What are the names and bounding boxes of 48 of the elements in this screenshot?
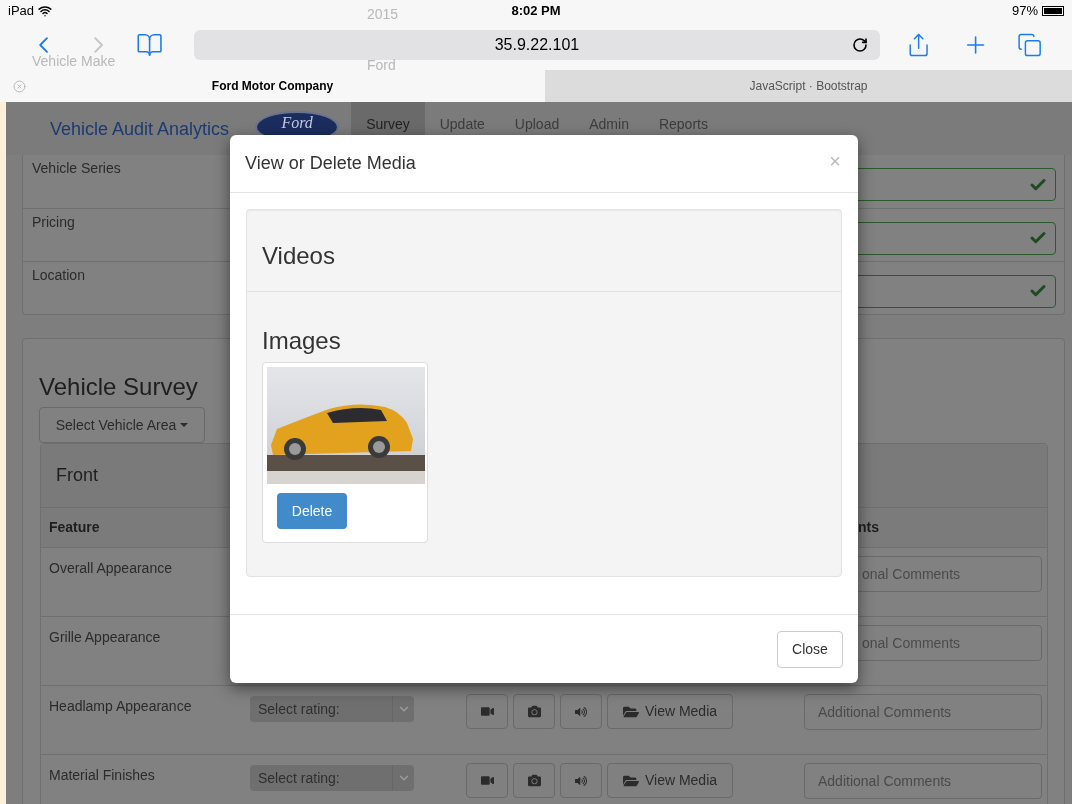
battery-icon — [1042, 6, 1064, 16]
camera-button[interactable] — [513, 694, 555, 729]
url-field[interactable]: 35.9.22.101 — [193, 30, 881, 60]
video-button[interactable] — [466, 694, 508, 729]
clock-time: 8:02 PM — [511, 2, 561, 21]
field-label: Location — [31, 266, 85, 285]
dialog-title: View or Delete Media — [245, 152, 416, 175]
audio-button[interactable] — [560, 694, 602, 729]
audio-button[interactable] — [560, 763, 602, 798]
feature-name: Headlamp Appearance — [48, 697, 193, 716]
video-camera-icon — [480, 774, 494, 787]
video-button[interactable] — [466, 763, 508, 798]
column-header: nts — [857, 518, 879, 537]
caret-icon — [180, 423, 189, 427]
field-label: Pricing — [31, 213, 75, 232]
camera-icon — [527, 705, 541, 718]
camera-icon — [527, 774, 541, 787]
videos-heading: Videos — [262, 241, 335, 271]
battery-percent: 97% — [1011, 2, 1038, 21]
delete-button[interactable]: Delete — [277, 493, 347, 529]
rating-select[interactable]: Select rating: — [250, 765, 414, 791]
column-header: Feature — [48, 518, 101, 537]
close-icon[interactable]: × — [829, 145, 841, 176]
images-heading: Images — [262, 326, 342, 356]
camera-button[interactable] — [513, 763, 555, 798]
feature-name: Material Finishes — [48, 766, 156, 785]
feature-name: Overall Appearance — [48, 559, 173, 578]
feature-name: Grille Appearance — [48, 628, 162, 647]
view-media-button[interactable]: View Media — [607, 694, 733, 729]
close-button[interactable]: Close — [777, 630, 843, 668]
speaker-icon — [575, 774, 587, 787]
section-title: Vehicle Survey — [39, 372, 199, 402]
rating-select[interactable]: Select rating: — [250, 696, 414, 722]
bookmarks-icon[interactable] — [136, 31, 164, 59]
video-camera-icon — [480, 705, 494, 718]
tabs-icon[interactable] — [1016, 32, 1042, 58]
reload-icon[interactable] — [852, 37, 869, 53]
ghost-make-label: Vehicle Make — [32, 52, 116, 71]
area-heading: Front — [56, 464, 98, 487]
browser-tab[interactable]: JavaScript · Bootstrap — [545, 70, 1072, 102]
device-name: iPad — [8, 2, 35, 21]
field-label: Vehicle Series — [31, 159, 121, 178]
view-media-button[interactable]: View Media — [607, 763, 733, 798]
ghost-year-value: 2015 — [367, 5, 399, 24]
wifi-icon — [38, 4, 53, 18]
speaker-icon — [575, 705, 587, 718]
brand-title[interactable]: Vehicle Audit Analytics — [50, 116, 230, 143]
area-dropdown-button[interactable]: Select Vehicle Area — [39, 407, 205, 443]
